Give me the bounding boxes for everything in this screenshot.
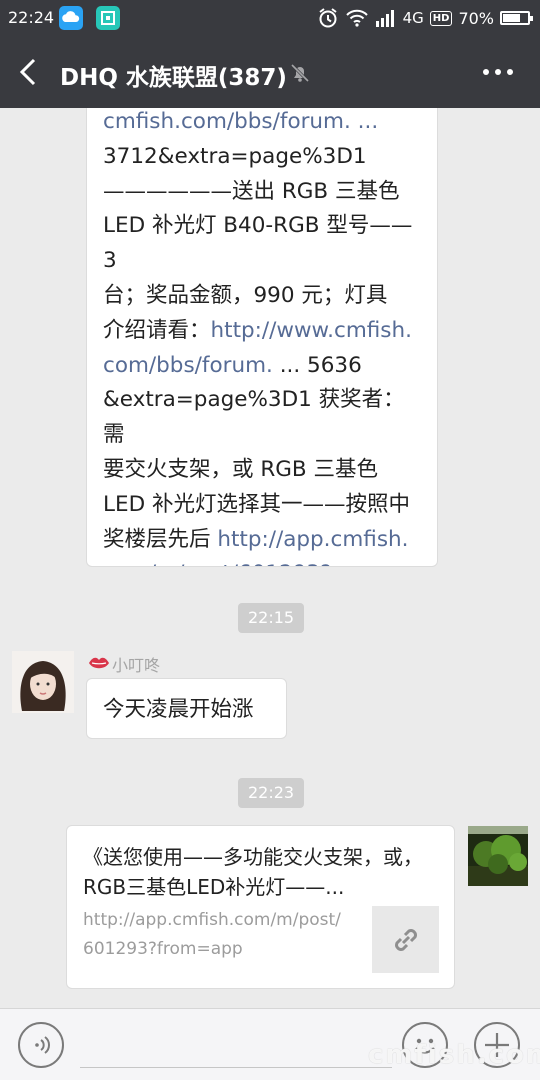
status-time: 22:24 <box>8 8 55 27</box>
voice-icon <box>35 1036 50 1054</box>
chat-title: DHQ 水族联盟(387) <box>60 65 287 91</box>
sender-name: 小叮咚 <box>112 656 161 675</box>
muted-bell-icon <box>289 62 311 84</box>
lips-icon <box>88 654 110 672</box>
back-button[interactable] <box>10 52 50 92</box>
alarm-icon <box>318 8 337 28</box>
more-dots-icon <box>483 69 513 75</box>
chat-header: DHQ 水族联盟(387) <box>0 36 540 108</box>
hd-badge: HD <box>429 10 453 26</box>
voice-button[interactable] <box>18 1022 64 1068</box>
message-input[interactable] <box>80 1023 392 1068</box>
sender-avatar[interactable] <box>12 651 74 713</box>
wifi-icon <box>345 9 368 27</box>
back-arrow-icon <box>19 58 36 86</box>
message-bubble-short[interactable]: 今天凌晨开始涨 <box>86 678 287 739</box>
battery-icon <box>500 11 533 25</box>
status-bar: 22:24 4G HD 70% <box>0 0 540 36</box>
link-card-title: 《送您使用——多功能交火支架，或，RGB三基色LED补光灯——... <box>83 845 423 899</box>
weather-app-icon <box>59 6 83 30</box>
more-button[interactable] <box>478 56 518 88</box>
link-card-url: http://app.cmfish.com/m/post/601293?from… <box>83 910 341 959</box>
message-bubble-long[interactable]: cmfish.com/bbs/forum. ... 3712&extra=pag… <box>86 96 438 567</box>
timestamp-1: 22:15 <box>238 603 305 633</box>
link-icon <box>394 928 417 951</box>
message-link[interactable]: cmfish.com/bbs/forum. ... <box>103 109 378 134</box>
timestamp-2: 22:23 <box>238 778 305 808</box>
status-right: 4G HD 70% <box>317 6 533 30</box>
link-card-message[interactable]: 《送您使用——多功能交火支架，或，RGB三基色LED补光灯——... http:… <box>66 825 455 989</box>
watermark: cmfish.com <box>368 1040 540 1070</box>
network-type: 4G <box>402 9 424 27</box>
my-avatar[interactable] <box>468 826 528 886</box>
message-text-long: cmfish.com/bbs/forum. ... 3712&extra=pag… <box>103 105 421 566</box>
message-text-segment: ... 5636 &extra=page%3D1 获奖者：需 要交火支架，或 R… <box>103 352 410 552</box>
signal-icon <box>375 10 394 27</box>
battery-percent: 70% <box>458 8 494 28</box>
message-text-segment: 3712&extra=page%3D1 ——————送出 RGB 三基色 LED… <box>103 143 413 343</box>
link-card-thumb <box>372 906 439 973</box>
screenshot-app-icon <box>96 6 120 30</box>
